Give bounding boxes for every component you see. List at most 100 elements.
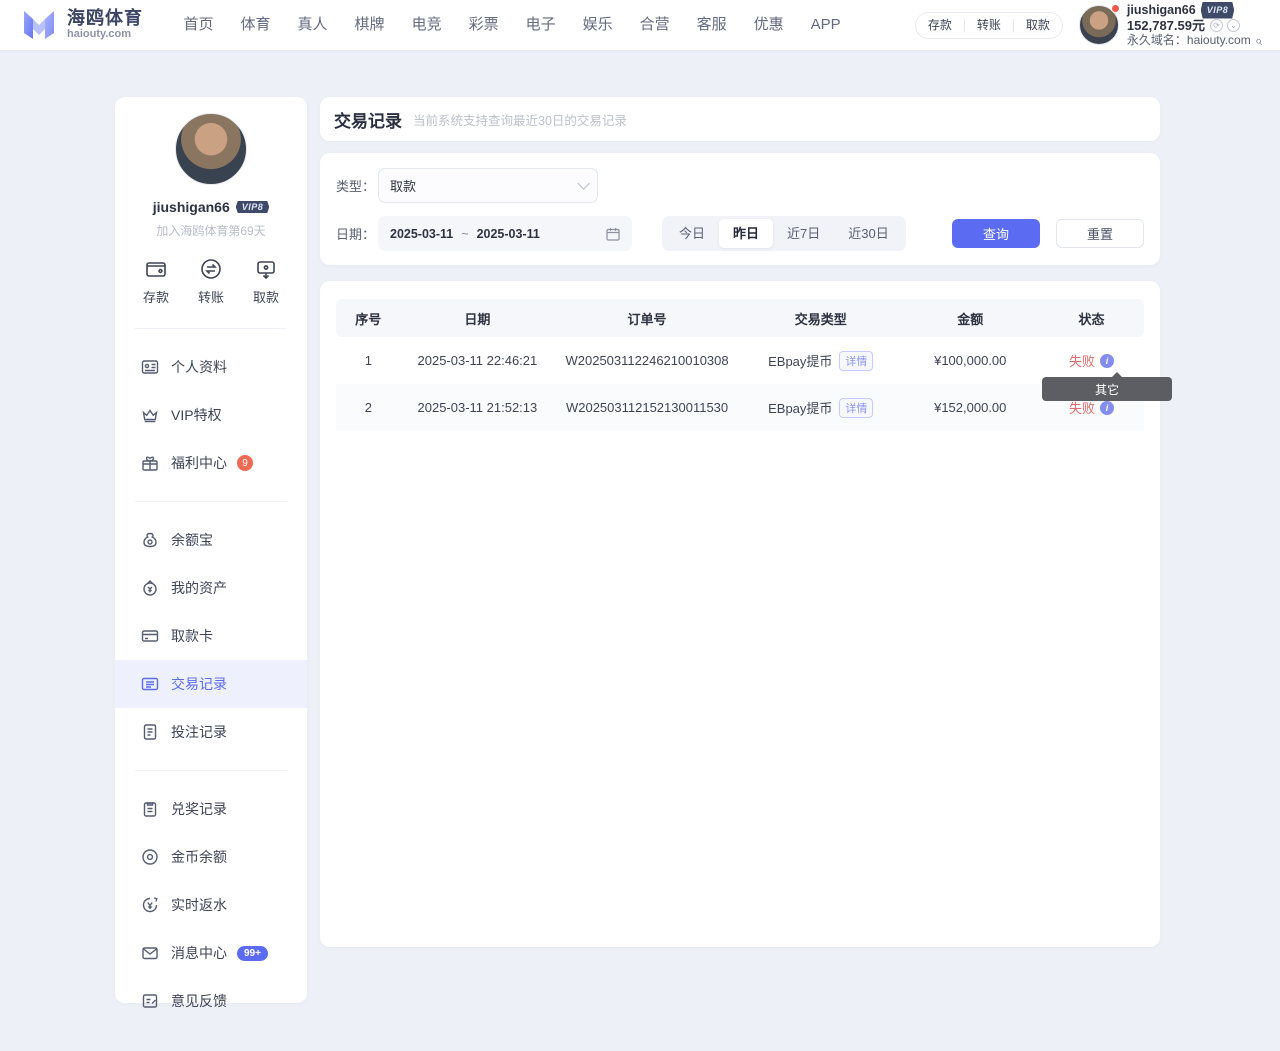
type-select-value: 取款 <box>390 176 416 195</box>
filter-card: 类型： 取款 日期： 2025-03-11 ~ 2025-03-11 今日 昨日… <box>320 153 1160 265</box>
range-today[interactable]: 今日 <box>665 219 719 248</box>
cell-no: 1 <box>336 337 401 384</box>
type-label: 类型： <box>336 176 378 195</box>
col-header-amount: 金额 <box>902 299 1039 337</box>
nav-item-home[interactable]: 首页 <box>170 0 227 50</box>
status-info-icon[interactable]: i <box>1100 354 1114 368</box>
nav-item-sports[interactable]: 体育 <box>227 0 284 50</box>
sidebar-item-label: 我的资产 <box>171 578 227 598</box>
col-header-type: 交易类型 <box>740 299 902 337</box>
topbar-user-info: jiushigan66 VIP8 152,787.59元 ⟳ ⌄ 永久域名：ha… <box>1127 3 1262 48</box>
col-header-date: 日期 <box>401 299 555 337</box>
crown-icon <box>141 406 159 424</box>
refresh-balance-icon[interactable]: ⟳ <box>1210 19 1223 32</box>
status-tooltip: 其它 <box>1042 377 1172 401</box>
withdraw-quick-label: 取款 <box>253 287 279 306</box>
sidebar-item-transactions[interactable]: 交易记录 <box>115 660 307 708</box>
page-subtitle: 当前系统支持查询最近30日的交易记录 <box>413 110 627 129</box>
date-label: 日期： <box>336 224 378 243</box>
nav-item-boardgames[interactable]: 棋牌 <box>341 0 398 50</box>
table-row: 1 2025-03-11 22:46:21 W20250311224621001… <box>336 337 1144 384</box>
sidebar-item-messages[interactable]: 消息中心 99+ <box>115 929 307 977</box>
cell-type: EBpay提币 <box>768 398 832 417</box>
col-header-order: 订单号 <box>554 299 740 337</box>
sidebar-item-label: 个人资料 <box>171 357 227 377</box>
divider <box>135 770 287 771</box>
table-row: 2 2025-03-11 21:52:13 W20250311215213001… <box>336 384 1144 431</box>
sidebar-item-welfare[interactable]: 福利中心 9 <box>115 439 307 487</box>
sidebar-item-vip[interactable]: VIP特权 <box>115 391 307 439</box>
profile-vip-badge: VIP8 <box>236 201 270 213</box>
avatar[interactable] <box>1079 5 1119 45</box>
sidebar-item-personal-info[interactable]: 个人资料 <box>115 343 307 391</box>
chevron-down-icon[interactable]: ⌄ <box>1227 19 1240 32</box>
sidebar-item-feedback[interactable]: 意见反馈 <box>115 977 307 1025</box>
sidebar-item-yuebao[interactable]: 余额宝 <box>115 516 307 564</box>
profile-avatar[interactable] <box>175 113 247 185</box>
profile-quick-actions: 存款 转账 取款 <box>115 239 307 320</box>
bank-card-icon <box>141 627 159 645</box>
nav-item-lottery[interactable]: 彩票 <box>455 0 512 50</box>
date-from: 2025-03-11 <box>390 227 453 241</box>
brand-text: 海鸥体育 haiouty.com <box>67 9 143 41</box>
transfer-button[interactable]: 转账 <box>965 13 1013 38</box>
chevron-down-icon <box>577 177 590 190</box>
withdraw-icon <box>254 257 278 281</box>
gift-icon <box>141 454 159 472</box>
withdraw-quick-action[interactable]: 取款 <box>253 257 279 306</box>
brand-name-cn: 海鸥体育 <box>67 9 143 28</box>
sidebar-item-label: 余额宝 <box>171 530 213 550</box>
sidebar-item-withdraw-card[interactable]: 取款卡 <box>115 612 307 660</box>
range-30days[interactable]: 近30日 <box>834 219 902 248</box>
status-info-icon[interactable]: i <box>1100 401 1114 415</box>
sidebar-item-bet-records[interactable]: 投注记录 <box>115 708 307 756</box>
divider <box>135 328 287 329</box>
sidebar-item-coin-balance[interactable]: 金币余额 <box>115 833 307 881</box>
query-button[interactable]: 查询 <box>952 219 1040 248</box>
sidebar-item-assets[interactable]: 我的资产 <box>115 564 307 612</box>
nav-item-esports[interactable]: 电竞 <box>398 0 455 50</box>
nav-item-slots[interactable]: 电子 <box>512 0 569 50</box>
page-title: 交易记录 <box>334 107 402 132</box>
range-7days[interactable]: 近7日 <box>773 219 834 248</box>
nav-item-partnership[interactable]: 合营 <box>626 0 683 50</box>
coin-pouch-icon <box>141 531 159 549</box>
nav-item-app[interactable]: APP <box>797 0 854 50</box>
nav-item-promo[interactable]: 优惠 <box>740 0 797 50</box>
nav-item-entertainment[interactable]: 娱乐 <box>569 0 626 50</box>
calendar-icon <box>606 227 620 241</box>
wallet-icon <box>144 257 168 281</box>
profile-username: jiushigan66 <box>153 199 230 215</box>
withdraw-button[interactable]: 取款 <box>1014 13 1062 38</box>
cell-no: 2 <box>336 384 401 431</box>
table-header-row: 序号 日期 订单号 交易类型 金额 状态 <box>336 299 1144 337</box>
col-header-no: 序号 <box>336 299 401 337</box>
type-select[interactable]: 取款 <box>378 168 598 203</box>
feedback-edit-icon <box>141 992 159 1010</box>
clipboard-icon <box>141 800 159 818</box>
reset-button[interactable]: 重置 <box>1056 219 1144 248</box>
sidebar-group-misc: 兑奖记录 金币余额 实时返水 消息中心 99+ 意见反馈 <box>115 779 307 1031</box>
deposit-quick-action[interactable]: 存款 <box>143 257 169 306</box>
brand-logo-icon <box>20 7 58 43</box>
sidebar-item-label: 意见反馈 <box>171 991 227 1011</box>
coin-icon <box>141 848 159 866</box>
deposit-button[interactable]: 存款 <box>916 13 964 38</box>
detail-link[interactable]: 详情 <box>839 398 873 418</box>
sidebar-item-label: 金币余额 <box>171 847 227 867</box>
profile-summary: jiushigan66 VIP8 加入海鸥体育第69天 <box>115 97 307 239</box>
brand-logo[interactable]: 海鸥体育 haiouty.com <box>20 7 143 43</box>
search-icon[interactable]: ⌕ <box>1255 33 1262 48</box>
nav-item-service[interactable]: 客服 <box>683 0 740 50</box>
detail-link[interactable]: 详情 <box>839 351 873 371</box>
transactions-table-card: 序号 日期 订单号 交易类型 金额 状态 1 2025-03-11 22:46:… <box>320 281 1160 947</box>
date-range-input[interactable]: 2025-03-11 ~ 2025-03-11 <box>378 216 632 251</box>
sidebar-item-label: 投注记录 <box>171 722 227 742</box>
sidebar-item-rebate[interactable]: 实时返水 <box>115 881 307 929</box>
transfer-quick-action[interactable]: 转账 <box>198 257 224 306</box>
sidebar-item-label: 福利中心 <box>171 453 227 473</box>
document-icon <box>141 723 159 741</box>
sidebar-item-redeem-records[interactable]: 兑奖记录 <box>115 785 307 833</box>
range-yesterday[interactable]: 昨日 <box>719 219 773 248</box>
nav-item-live[interactable]: 真人 <box>284 0 341 50</box>
